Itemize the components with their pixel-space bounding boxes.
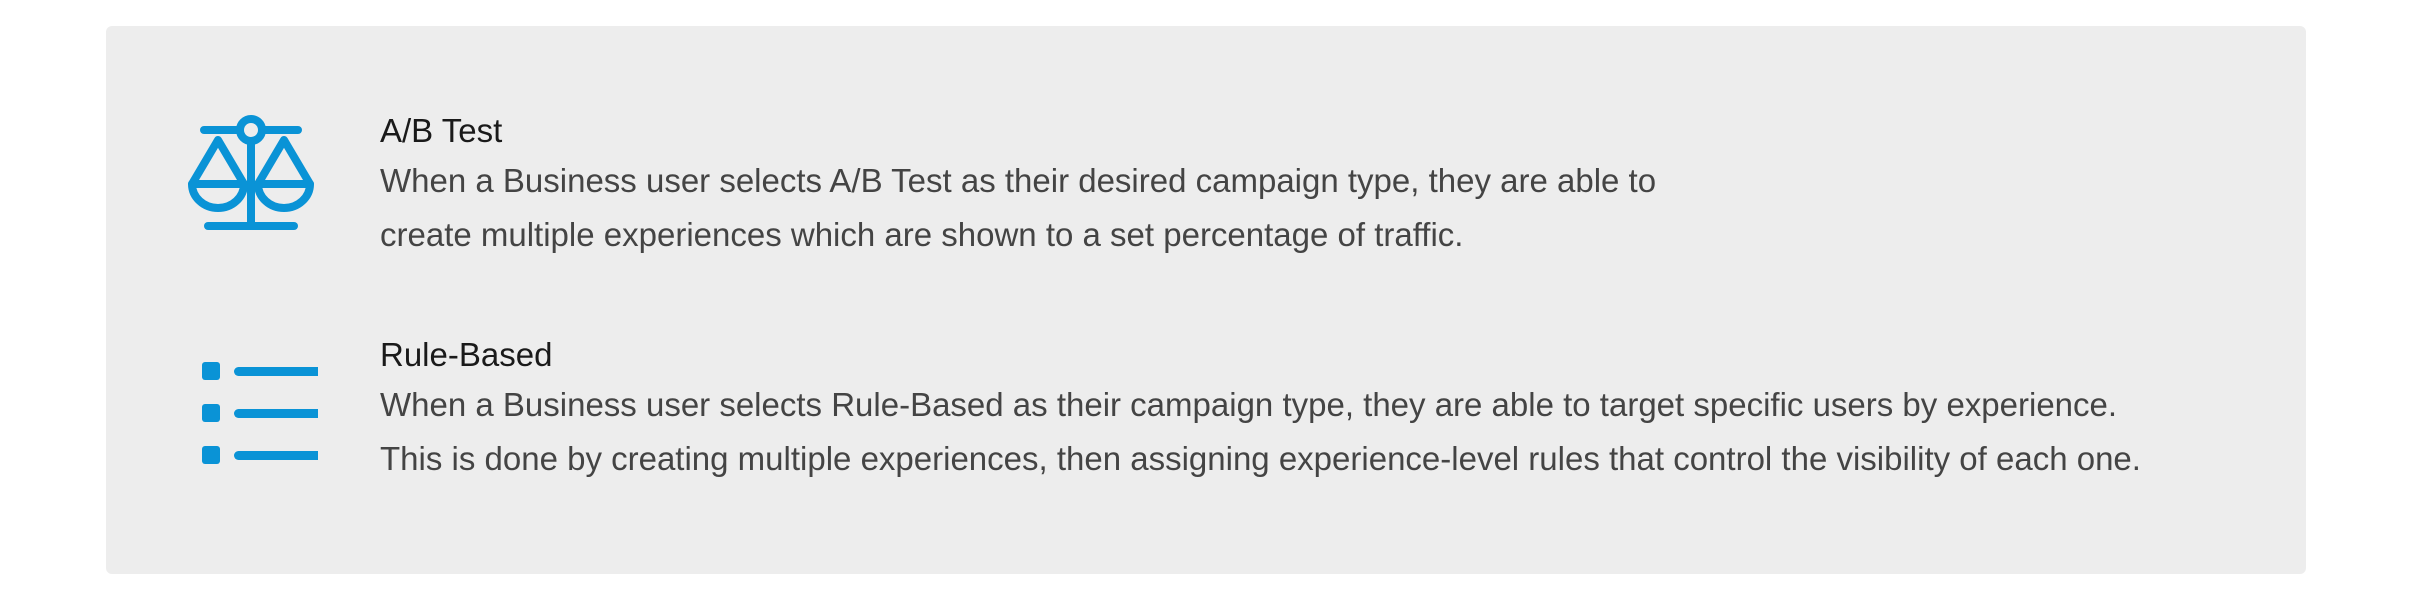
campaign-type-description: When a Business user selects A/B Test as… [380, 154, 2280, 262]
balance-scale-icon [184, 110, 318, 234]
list-icon [184, 346, 318, 470]
campaign-type-title: A/B Test [380, 112, 503, 149]
description-line: When a Business user selects A/B Test as… [380, 162, 1657, 199]
campaign-type-title: Rule-Based [380, 336, 553, 373]
campaign-types-panel: A/B Test When a Business user selects A/… [106, 26, 2306, 574]
description-line: create multiple experiences which are sh… [380, 216, 1464, 253]
description-line: When a Business user selects Rule-Based … [380, 386, 2118, 423]
description-line: This is done by creating multiple experi… [380, 440, 2141, 477]
campaign-type-description: When a Business user selects Rule-Based … [380, 378, 2280, 486]
